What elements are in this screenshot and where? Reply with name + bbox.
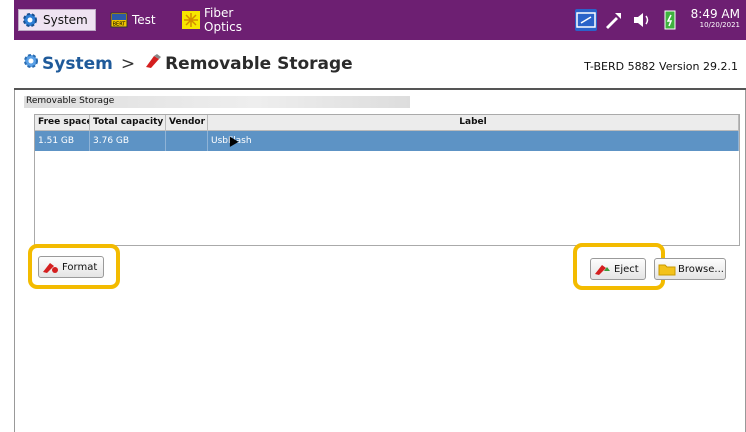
breadcrumb-root[interactable]: System [42, 54, 113, 74]
usb-stick-icon [594, 262, 612, 276]
header-divider [14, 88, 746, 90]
gear-icon [21, 11, 39, 29]
usb-stick-icon [144, 53, 162, 74]
browse-button-label: Browse... [678, 263, 724, 275]
folder-icon [658, 262, 676, 276]
tab-fiber-optics[interactable]: Fiber Optics [180, 6, 270, 34]
panel-title: Removable Storage [24, 96, 410, 108]
column-vendor[interactable]: Vendor [166, 115, 208, 130]
remote-icon[interactable] [574, 9, 597, 31]
breadcrumb: System > Removable Storage [22, 52, 353, 75]
clock-date: 10/20/2021 [699, 21, 740, 29]
cell-total-capacity: 3.76 GB [90, 131, 166, 151]
cell-free-space: 1.51 GB [35, 131, 90, 151]
fiber-icon [182, 11, 200, 29]
page-title: Removable Storage [165, 53, 353, 74]
tab-system[interactable]: System [18, 9, 96, 31]
cell-vendor [166, 131, 208, 151]
format-button[interactable]: Format [38, 256, 104, 278]
svg-text:BERT: BERT [113, 22, 127, 28]
bert-icon: BERT [110, 11, 128, 29]
browse-button[interactable]: Browse... [654, 258, 726, 280]
tab-test[interactable]: BERT Test [108, 9, 170, 31]
table-row[interactable]: 1.51 GB 3.76 GB UsbFlash [35, 131, 739, 151]
clock-time: 8:49 AM [690, 7, 740, 21]
column-label[interactable]: Label [208, 115, 739, 130]
left-border [14, 90, 15, 432]
speaker-icon[interactable] [631, 9, 653, 31]
column-total-capacity[interactable]: Total capacity [90, 115, 166, 130]
storage-table: Free space Total capacity Vendor Label 1… [34, 114, 740, 246]
battery-icon [659, 9, 681, 31]
cell-label: UsbFlash [208, 131, 739, 151]
page-header: System > Removable Storage T-BERD 5882 V… [14, 40, 746, 88]
column-free-space[interactable]: Free space [35, 115, 90, 130]
clock: 8:49 AM 10/20/2021 [690, 7, 740, 31]
system-gear-icon [22, 52, 40, 75]
tools-icon[interactable] [603, 9, 625, 31]
format-button-label: Format [62, 261, 98, 273]
tab-label: Fiber Optics [204, 6, 242, 34]
status-area: 8:49 AM 10/20/2021 [574, 5, 740, 35]
tab-label: System [43, 13, 88, 27]
top-tab-bar: System BERT Test Fiber Optics 8:49 AM 10… [14, 0, 746, 40]
version-label: T-BERD 5882 Version 29.2.1 [584, 60, 738, 73]
tab-label: Test [132, 13, 156, 27]
usb-stick-icon [42, 260, 60, 274]
eject-button-label: Eject [614, 263, 639, 275]
table-header: Free space Total capacity Vendor Label [35, 115, 739, 131]
breadcrumb-separator: > [120, 53, 136, 74]
eject-button[interactable]: Eject [590, 258, 646, 280]
